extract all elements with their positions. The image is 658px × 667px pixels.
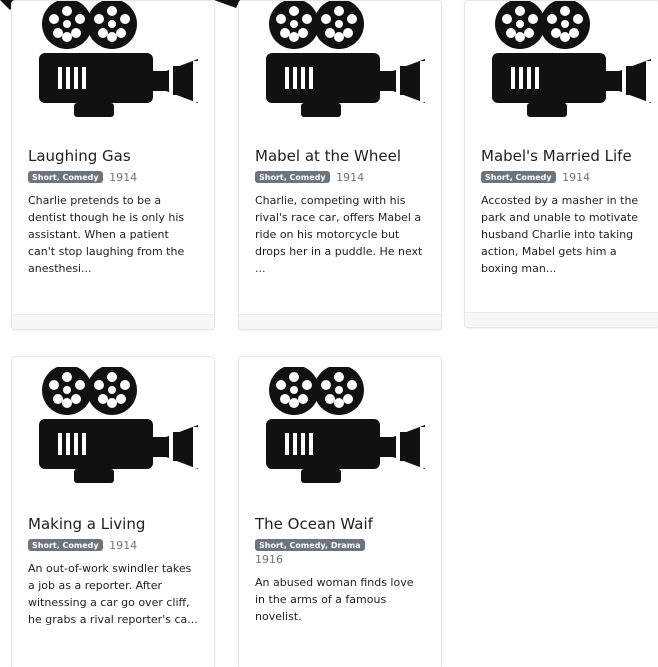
movie-meta: Short, Comedy 1914 bbox=[28, 539, 204, 553]
movie-title[interactable]: The Ocean Waif bbox=[255, 516, 431, 533]
movie-card-the-ocean-waif[interactable]: The Ocean Waif Short, Comedy, Drama 1916… bbox=[238, 356, 442, 667]
movie-camera-icon bbox=[475, 1, 657, 119]
card-footer bbox=[465, 312, 658, 327]
movie-description: Charlie pretends to be a dentist though … bbox=[28, 194, 185, 275]
movie-card-making-a-living[interactable]: Making a Living Short, Comedy 1914 An ou… bbox=[11, 356, 215, 667]
movie-title[interactable]: Mabel's Married Life bbox=[481, 148, 649, 165]
movie-title[interactable]: Making a Living bbox=[28, 516, 204, 533]
genre-badge: Short, Comedy bbox=[28, 171, 103, 183]
movie-card-body: The Ocean Waif Short, Comedy, Drama 1916… bbox=[255, 516, 431, 625]
movie-year: 1916 bbox=[255, 553, 283, 566]
card-footer bbox=[239, 314, 441, 329]
movie-year: 1914 bbox=[336, 171, 365, 184]
movie-camera-icon bbox=[249, 1, 431, 119]
movie-year: 1914 bbox=[109, 171, 138, 184]
genre-badge: Short, Comedy bbox=[481, 171, 556, 183]
movie-meta: Short, Comedy 1914 bbox=[255, 171, 431, 185]
movie-description: Accosted by a masher in the park and una… bbox=[481, 194, 639, 275]
movie-card-body: Mabel's Married Life Short, Comedy 1914 … bbox=[481, 148, 649, 277]
movie-description: An out-of-work swindler takes a job as a… bbox=[28, 562, 198, 626]
movie-card-body: Mabel at the Wheel Short, Comedy 1914 Ch… bbox=[255, 148, 431, 277]
movie-title[interactable]: Mabel at the Wheel bbox=[255, 148, 431, 165]
movie-camera-icon bbox=[22, 1, 204, 119]
movie-card-mabel-at-the-wheel[interactable]: Mabel at the Wheel Short, Comedy 1914 Ch… bbox=[238, 0, 442, 330]
movie-year: 1914 bbox=[562, 171, 591, 184]
movie-meta: Short, Comedy 1914 bbox=[28, 171, 204, 185]
movie-meta: Short, Comedy, Drama 1916 bbox=[255, 539, 431, 567]
movie-year: 1914 bbox=[109, 539, 138, 552]
genre-badge: Short, Comedy bbox=[255, 171, 330, 183]
movie-title[interactable]: Laughing Gas bbox=[28, 148, 204, 165]
card-footer bbox=[12, 314, 214, 329]
movie-card-body: Laughing Gas Short, Comedy 1914 Charlie … bbox=[28, 148, 204, 277]
movie-meta: Short, Comedy 1914 bbox=[481, 171, 649, 185]
movie-grid-page: 1916 bbox=[0, 0, 658, 667]
movie-camera-icon bbox=[249, 367, 431, 485]
movie-card-mabels-married-life[interactable]: Mabel's Married Life Short, Comedy 1914 … bbox=[464, 0, 658, 328]
genre-badge: Short, Comedy bbox=[28, 539, 103, 551]
genre-badge: Short, Comedy, Drama bbox=[255, 539, 365, 551]
movie-card-laughing-gas[interactable]: Laughing Gas Short, Comedy 1914 Charlie … bbox=[11, 0, 215, 330]
movie-description: Charlie, competing with his rival's race… bbox=[255, 194, 423, 275]
movie-description: An abused woman finds love in the arms o… bbox=[255, 576, 414, 623]
movie-card-body: Making a Living Short, Comedy 1914 An ou… bbox=[28, 516, 204, 628]
movie-camera-icon bbox=[22, 367, 204, 485]
